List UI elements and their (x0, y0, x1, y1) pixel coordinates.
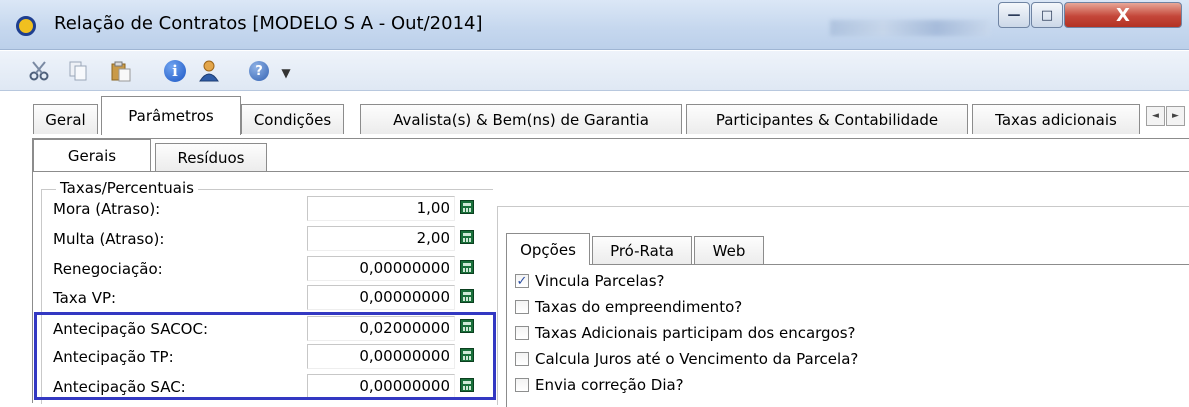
minimize-button[interactable]: — (998, 2, 1030, 28)
rates-group-title: Taxas/Percentuais (56, 179, 198, 197)
cut-icon[interactable] (27, 59, 51, 83)
taxas-adicionais-encargos-label: Taxas Adicionais participam dos encargos… (535, 324, 856, 342)
taxa-vp-calculator-icon[interactable] (460, 289, 474, 303)
maximize-button[interactable]: □ (1031, 2, 1063, 28)
user-icon[interactable] (197, 59, 221, 83)
tab-parametros[interactable]: Parâmetros (101, 96, 241, 135)
renegociacao-input[interactable]: 0,00000000 (307, 256, 455, 281)
checkbox-checked-icon[interactable]: ✓ (515, 274, 529, 288)
opcoes-panel: ✓ Vincula Parcelas? Taxas do empreendime… (506, 264, 1189, 407)
options-frame: Opções Pró-Rata Web ✓ Vincula Parcelas? … (497, 206, 1189, 407)
taxa-vp-input[interactable]: 0,00000000 (307, 285, 455, 310)
mora-calculator-icon[interactable] (460, 200, 474, 214)
multa-calculator-icon[interactable] (460, 230, 474, 244)
window-title: Relação de Contratos [MODELO S A - Out/2… (54, 13, 483, 34)
checkbox-unchecked-icon[interactable] (515, 300, 529, 314)
help-icon[interactable]: ? (249, 61, 269, 81)
vincula-parcelas-checkbox[interactable]: ✓ Vincula Parcelas? (515, 269, 665, 293)
tab-avalistas[interactable]: Avalista(s) & Bem(ns) de Garantia (360, 104, 682, 134)
checkbox-unchecked-icon[interactable] (515, 378, 529, 392)
tab-opcoes[interactable]: Opções (506, 233, 590, 265)
dropdown-arrow-icon[interactable]: ▼ (274, 61, 298, 85)
main-tab-strip: Geral Parâmetros Condições Avalista(s) &… (0, 92, 1189, 138)
subtab-gerais[interactable]: Gerais (33, 139, 151, 171)
tab-web[interactable]: Web (694, 236, 764, 264)
envia-correcao-label: Envia correção Dia? (535, 376, 684, 394)
multa-label: Multa (Atraso): (53, 230, 165, 248)
blurred-title-area (830, 20, 990, 36)
mora-input[interactable]: 1,00 (307, 196, 455, 221)
toolbar: i ? ▼ (0, 51, 1189, 91)
tab-scroll-left-icon[interactable]: ◄ (1146, 106, 1165, 126)
envia-correcao-checkbox[interactable]: Envia correção Dia? (515, 373, 684, 397)
copy-icon[interactable] (66, 59, 90, 83)
vincula-parcelas-label: Vincula Parcelas? (535, 272, 665, 290)
tab-scroll-right-icon[interactable]: ► (1166, 106, 1185, 126)
tab-taxas-adicionais[interactable]: Taxas adicionais (972, 104, 1140, 134)
highlight-box (34, 312, 496, 400)
renegociacao-calculator-icon[interactable] (460, 260, 474, 274)
app-icon (16, 16, 36, 36)
checkbox-unchecked-icon[interactable] (515, 326, 529, 340)
title-bar: Relação de Contratos [MODELO S A - Out/2… (0, 0, 1189, 50)
close-button[interactable]: X (1064, 2, 1182, 28)
taxas-empreendimento-label: Taxas do empreendimento? (535, 298, 743, 316)
taxas-empreendimento-checkbox[interactable]: Taxas do empreendimento? (515, 295, 742, 319)
tab-pro-rata[interactable]: Pró-Rata (592, 236, 692, 264)
tab-geral[interactable]: Geral (33, 104, 98, 134)
taxas-adicionais-encargos-checkbox[interactable]: Taxas Adicionais participam dos encargos… (515, 321, 856, 345)
mora-label: Mora (Atraso): (53, 200, 161, 218)
tab-condicoes[interactable]: Condições (241, 104, 344, 134)
calcula-juros-label: Calcula Juros até o Vencimento da Parcel… (535, 350, 859, 368)
multa-input[interactable]: 2,00 (307, 226, 455, 251)
tab-participantes[interactable]: Participantes & Contabilidade (686, 104, 968, 134)
renegociacao-label: Renegociação: (53, 260, 163, 278)
calcula-juros-checkbox[interactable]: Calcula Juros até o Vencimento da Parcel… (515, 347, 858, 371)
taxa-vp-label: Taxa VP: (53, 289, 117, 307)
subtab-residuos[interactable]: Resíduos (155, 143, 267, 171)
paste-icon[interactable] (109, 59, 133, 83)
info-icon[interactable]: i (164, 60, 186, 82)
checkbox-unchecked-icon[interactable] (515, 352, 529, 366)
